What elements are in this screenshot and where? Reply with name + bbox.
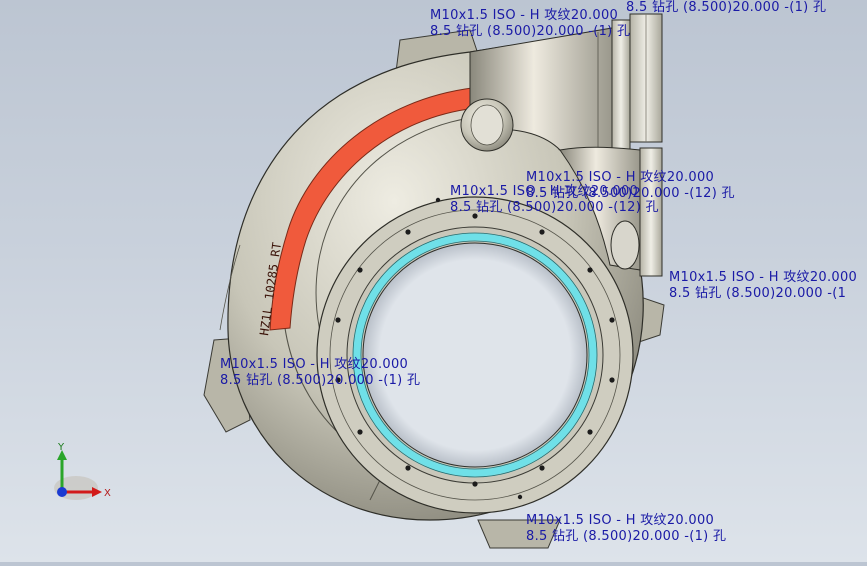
- z-axis-dot: [57, 487, 67, 497]
- hole-callout-pattern-b[interactable]: M10x1.5 ISO - H 攻纹20.000 8.5 钻孔 (8.500)20…: [450, 184, 659, 216]
- hole-callout-bottom[interactable]: M10x1.5 ISO - H 攻纹20.000 8.5 钻孔 (8.500)20…: [526, 513, 726, 545]
- hole-callout-outlet-flange[interactable]: M10x1.5 ISO - H 攻纹20.000 8.5 钻孔 (8.500)20…: [430, 8, 630, 40]
- hole-callout-right-edge[interactable]: M10x1.5 ISO - H 攻纹20.000 8.5 钻孔 (8.500)20…: [669, 270, 857, 302]
- cad-viewport[interactable]: HZ1L 10285 RT 8.5 钻孔 (8.500)20.000 -(1) …: [0, 0, 867, 562]
- view-triad-icon[interactable]: Y X: [44, 440, 124, 510]
- y-axis-label: Y: [57, 442, 65, 453]
- hole-callout-top-right[interactable]: 8.5 钻孔 (8.500)20.000 -(1) 孔: [626, 0, 826, 16]
- hole-callout-left[interactable]: M10x1.5 ISO - H 攻纹20.000 8.5 钻孔 (8.500)20…: [220, 357, 420, 389]
- x-axis-label: X: [104, 488, 111, 499]
